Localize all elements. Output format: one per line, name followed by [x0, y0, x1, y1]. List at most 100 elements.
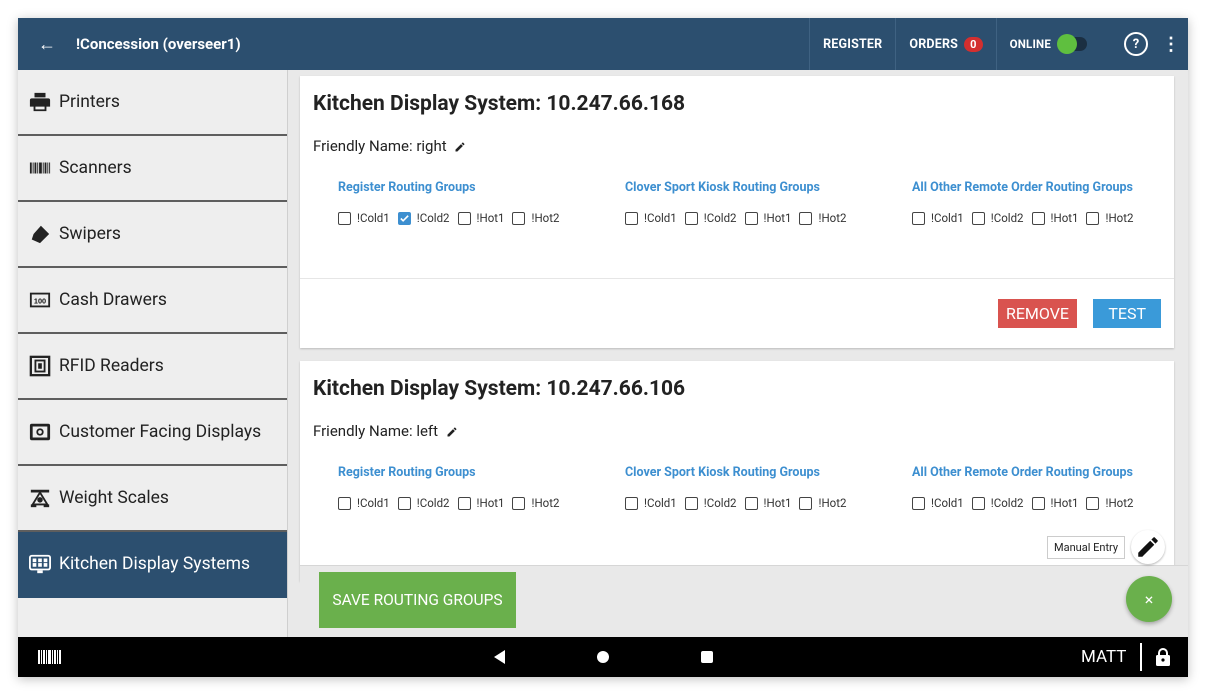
checkbox-cold2[interactable]	[684, 211, 698, 225]
checkbox-cold1[interactable]	[338, 211, 351, 225]
checkbox-cold1[interactable]	[625, 211, 638, 225]
register-label: REGISTER	[823, 36, 883, 52]
checkbox-label: !Hot2	[818, 211, 847, 225]
checkbox-cold2[interactable]	[397, 211, 411, 225]
sidebar-item-weight-scales[interactable]: Weight Scales	[18, 466, 287, 532]
checkbox-hot1[interactable]	[457, 496, 471, 510]
checkbox-hot1[interactable]	[1031, 496, 1045, 510]
checkbox-label: !Cold2	[703, 496, 737, 510]
barcode-icon[interactable]	[38, 650, 62, 664]
register-button[interactable]: REGISTER	[810, 18, 895, 70]
help-label: ?	[1132, 36, 1140, 52]
nav-back-icon[interactable]	[494, 650, 505, 664]
friendly-name-text: Friendly Name: left	[313, 422, 439, 440]
checkbox-hot1[interactable]	[1031, 211, 1045, 225]
sidebar-item-swipers[interactable]: Swipers	[18, 202, 287, 268]
checkbox-cold1[interactable]	[625, 496, 638, 510]
lock-icon[interactable]	[1156, 648, 1170, 666]
checkbox-cold1[interactable]	[912, 496, 925, 510]
checkbox-label: !Cold1	[931, 211, 964, 225]
sidebar-item-printers[interactable]: Printers	[18, 70, 287, 136]
group-title: Clover Sport Kiosk Routing Groups	[625, 465, 820, 480]
rfid-icon	[28, 354, 52, 378]
test-button[interactable]: TEST	[1093, 299, 1161, 328]
checkbox-label: !Hot1	[476, 496, 505, 510]
checkbox-hot1[interactable]	[457, 211, 471, 225]
card-divider	[300, 278, 1174, 279]
checkbox-label: !Hot2	[531, 496, 560, 510]
sidebar-item-label: Weight Scales	[59, 488, 169, 508]
manual-entry-tooltip: Manual Entry	[1047, 536, 1126, 559]
checkbox-cold1[interactable]	[912, 211, 925, 225]
edit-pencil-icon[interactable]	[446, 426, 458, 438]
help-icon[interactable]: ?	[1124, 32, 1148, 56]
sidebar-item-kitchen-display-systems[interactable]: Kitchen Display Systems	[18, 532, 287, 598]
checkbox-label: !Cold2	[416, 211, 450, 225]
checkbox-label: !Cold2	[990, 211, 1024, 225]
checkbox-label: !Cold2	[703, 211, 737, 225]
checkbox-label: !Cold1	[644, 496, 677, 510]
system-nav-bar: MATT	[18, 637, 1188, 677]
swiper-icon	[28, 222, 52, 246]
sidebar-item-label: Customer Facing Displays	[59, 422, 262, 442]
remote-order-routing-group: All Other Remote Order Routing Groups !C…	[912, 180, 1141, 225]
checkbox-hot2[interactable]	[512, 211, 526, 225]
online-toggle[interactable]	[1057, 34, 1087, 54]
cash-drawer-icon: 100	[28, 288, 52, 312]
sidebar-item-rfid-readers[interactable]: RFID Readers	[18, 334, 287, 400]
friendly-name[interactable]: Friendly Name: left	[313, 422, 458, 440]
checkbox-hot2[interactable]	[799, 496, 813, 510]
save-bar: SAVE ROUTING GROUPS	[300, 565, 1188, 637]
checkbox-cold2[interactable]	[971, 496, 985, 510]
register-routing-group: Register Routing Groups !Cold1 !Cold2 !H…	[338, 180, 567, 225]
kds-card-title: Kitchen Display System: 10.247.66.168	[313, 92, 686, 116]
kitchen-display-icon	[28, 552, 52, 576]
sidebar-item-customer-facing-displays[interactable]: Customer Facing Displays	[18, 400, 287, 466]
checkbox-hot2[interactable]	[1086, 496, 1100, 510]
pencil-icon	[1138, 537, 1158, 557]
current-user: MATT	[1081, 647, 1127, 667]
checkbox-label: !Cold2	[416, 496, 450, 510]
kiosk-routing-group: Clover Sport Kiosk Routing Groups !Cold1…	[625, 180, 854, 225]
close-fab-button[interactable]: ×	[1126, 576, 1172, 622]
checkbox-cold1[interactable]	[338, 496, 351, 510]
online-toggle-group[interactable]: ONLINE	[997, 18, 1100, 70]
sidebar-item-label: Swipers	[59, 224, 121, 244]
checkbox-label: !Hot2	[1105, 211, 1134, 225]
manual-entry-button[interactable]	[1131, 530, 1165, 564]
remove-button[interactable]: REMOVE	[997, 299, 1077, 328]
checkbox-hot2[interactable]	[1086, 211, 1100, 225]
overflow-menu-glyph: ⋮	[1162, 33, 1180, 55]
checkbox-cold2[interactable]	[397, 496, 411, 510]
scale-icon	[28, 486, 52, 510]
overflow-menu-icon[interactable]: ⋮	[1154, 34, 1188, 55]
checkbox-label: !Cold1	[357, 496, 390, 510]
checkbox-hot2[interactable]	[512, 496, 526, 510]
nav-home-icon[interactable]	[597, 651, 609, 663]
checkbox-label: !Cold2	[990, 496, 1024, 510]
checkbox-label: !Hot1	[476, 211, 505, 225]
sidebar-item-label: Cash Drawers	[59, 290, 167, 310]
kiosk-routing-group: Clover Sport Kiosk Routing Groups !Cold1…	[625, 465, 854, 510]
register-routing-group: Register Routing Groups !Cold1 !Cold2 !H…	[338, 465, 567, 510]
sidebar-item-cash-drawers[interactable]: 100 Cash Drawers	[18, 268, 287, 334]
checkbox-hot2[interactable]	[799, 211, 813, 225]
save-routing-groups-button[interactable]: SAVE ROUTING GROUPS	[319, 572, 516, 628]
nav-recents-icon[interactable]	[701, 651, 713, 663]
edit-pencil-icon[interactable]	[454, 141, 466, 153]
sidebar-item-scanners[interactable]: Scanners	[18, 136, 287, 202]
checkbox-hot1[interactable]	[744, 496, 758, 510]
toggle-knob	[1057, 34, 1077, 54]
orders-button[interactable]: ORDERS 0	[896, 18, 995, 70]
checkbox-hot1[interactable]	[744, 211, 758, 225]
sidebar-item-label: Printers	[59, 92, 120, 112]
orders-label: ORDERS	[909, 36, 959, 52]
checkbox-cold2[interactable]	[684, 496, 698, 510]
checkbox-cold2[interactable]	[971, 211, 985, 225]
kds-card: Kitchen Display System: 10.247.66.168 Fr…	[300, 76, 1174, 348]
friendly-name[interactable]: Friendly Name: right	[313, 137, 466, 155]
kds-card-title: Kitchen Display System: 10.247.66.106	[313, 377, 686, 401]
back-button[interactable]: ←	[18, 34, 76, 55]
checkbox-label: !Cold1	[357, 211, 390, 225]
group-title: All Other Remote Order Routing Groups	[912, 465, 1133, 480]
